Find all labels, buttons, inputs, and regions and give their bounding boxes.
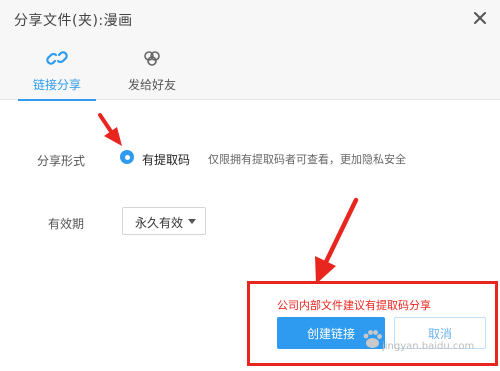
dialog-title: 分享文件(夹):漫画 xyxy=(14,13,133,29)
close-button[interactable] xyxy=(468,6,492,30)
share-form-label: 分享形式 xyxy=(37,154,86,168)
tab-link-share[interactable]: 链接分享 xyxy=(12,36,102,101)
validity-select[interactable]: 永久有效 xyxy=(122,207,206,235)
link-icon xyxy=(45,48,69,68)
validity-label: 有效期 xyxy=(48,217,85,231)
create-link-button[interactable]: 创建链接 xyxy=(277,317,385,349)
chevron-down-icon xyxy=(188,219,196,224)
cancel-button[interactable]: 取消 xyxy=(394,317,486,349)
title-bar: 分享文件(夹):漫画 xyxy=(0,0,500,36)
close-icon xyxy=(474,12,486,24)
annotation-note: 公司内部文件建议有提取码分享 xyxy=(277,299,431,312)
tab-bar: 链接分享 发给好友 xyxy=(0,36,500,101)
tab-label: 发给好友 xyxy=(127,78,176,92)
radio-dot xyxy=(124,154,130,160)
friends-icon xyxy=(140,48,164,68)
extract-code-hint: 仅限拥有提取码者可查看，更加隐私安全 xyxy=(208,153,406,166)
tab-send-to-friend[interactable]: 发给好友 xyxy=(107,36,197,100)
share-dialog: 分享文件(夹):漫画 链接分享 发给好友 分享形式 有提取码 仅限拥有提取码者可… xyxy=(0,0,500,371)
extract-code-radio[interactable] xyxy=(120,150,134,164)
extract-code-option-label[interactable]: 有提取码 xyxy=(142,151,190,168)
tab-label: 链接分享 xyxy=(32,78,81,92)
validity-value: 永久有效 xyxy=(135,216,184,230)
